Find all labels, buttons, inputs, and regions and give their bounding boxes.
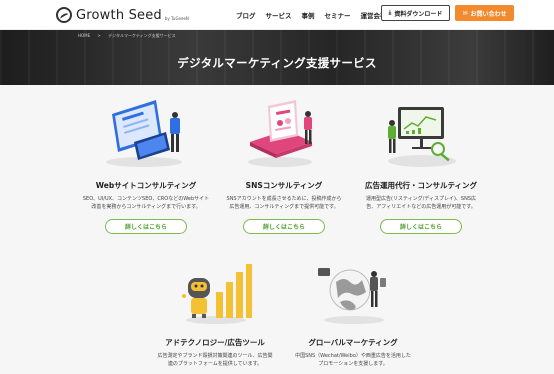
logo-text: Growth Seed	[76, 7, 162, 23]
service-description: SEO、UI/UX、コンテンツSEO、CROなどのWebサイト 改善を実務からコ…	[82, 196, 210, 210]
site-logo[interactable]: Growth Seed by TuGeeeN	[56, 6, 189, 24]
site-header: Growth Seed by TuGeeeN ブログ サービス 事例 セミナー …	[0, 0, 554, 30]
main-nav: ブログ サービス 事例 セミナー 運営会社	[236, 10, 397, 20]
breadcrumb-current: デジタルマーケティング支援サービス	[108, 33, 176, 38]
logo-icon	[56, 7, 72, 23]
contact-label: お問い合わせ	[470, 10, 507, 18]
breadcrumb-separator: >	[97, 33, 101, 38]
service-card-sns: SNSコンサルティング SNSアカウントを成長させるために、投稿作成から 広告運…	[209, 180, 359, 234]
service-card-web: Webサイトコンサルティング SEO、UI/UX、コンテンツSEO、CROなどの…	[71, 180, 221, 234]
nav-item-seminar[interactable]: セミナー	[325, 10, 351, 20]
breadcrumb-home[interactable]: HOME	[78, 33, 90, 38]
service-title: 広告運用代行・コンサルティング	[364, 181, 478, 190]
sns-consulting-illustration	[248, 100, 312, 167]
nav-item-service[interactable]: サービス	[266, 10, 292, 20]
download-icon: ⤓	[388, 9, 392, 16]
service-description: 中国SNS（Wechat/Weibo）や西重広告を活用した プロモーションを支援…	[295, 353, 411, 367]
service-card-ads: 広告運用代行・コンサルティング 運用型広告(リスティング/ディスプレイ)、SNS…	[346, 180, 496, 234]
service-description: 広告測定やブランド毀損対策関連のツール、広告関 連のプラットフォームを提供してい…	[157, 353, 273, 367]
service-description: SNSアカウントを成長させるために、投稿作成から 広告運用、コンサルティングまで…	[226, 196, 342, 210]
web-consulting-illustration	[106, 100, 182, 167]
download-button[interactable]: ⤓ 資料ダウンロード	[381, 5, 450, 21]
service-description: 運用型広告(リスティング/ディスプレイ)、SNS広 告、アフィリエイトなどの広告…	[365, 196, 477, 210]
download-label: 資料ダウンロード	[394, 10, 443, 18]
adtech-illustration	[182, 264, 252, 324]
details-button[interactable]: 詳しくはこちら	[243, 219, 325, 234]
mail-icon: ✉	[462, 9, 468, 17]
ad-operations-illustration	[388, 107, 456, 167]
service-title: Webサイトコンサルティング	[95, 181, 197, 190]
service-title: グローバルマーケティング	[308, 338, 398, 347]
service-card-adtech: アドテクノロジー/広告ツール 広告測定やブランド毀損対策関連のツール、広告関 連…	[140, 337, 290, 368]
details-button[interactable]: 詳しくはこちら	[105, 219, 187, 234]
global-marketing-illustration	[318, 268, 386, 324]
service-title: アドテクノロジー/広告ツール	[165, 338, 265, 347]
service-title: SNSコンサルティング	[245, 181, 323, 190]
contact-button[interactable]: ✉ お問い合わせ	[455, 5, 514, 21]
logo-byline: by TuGeeeN	[164, 15, 189, 21]
nav-item-cases[interactable]: 事例	[302, 10, 315, 20]
page-title: デジタルマーケティング支援サービス	[177, 56, 377, 70]
service-card-global: グローバルマーケティング 中国SNS（Wechat/Weibo）や西重広告を活用…	[278, 337, 428, 368]
details-button[interactable]: 詳しくはこちら	[380, 219, 462, 234]
breadcrumb: HOME > デジタルマーケティング支援サービス	[78, 33, 182, 39]
nav-item-blog[interactable]: ブログ	[236, 10, 256, 20]
hero-banner: HOME > デジタルマーケティング支援サービス デジタルマーケティング支援サー…	[0, 30, 554, 85]
